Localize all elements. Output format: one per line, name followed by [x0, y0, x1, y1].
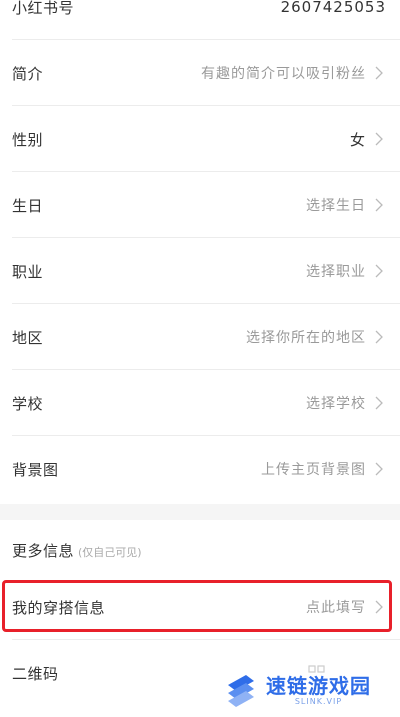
region-value: 选择你所在的地区 — [246, 330, 366, 346]
row-label: 地区 — [12, 328, 44, 347]
bio-value: 有趣的简介可以吸引粉丝 — [201, 66, 366, 82]
watermark-subtext: SLINK.VIP — [294, 696, 343, 706]
row-label: 二维码 — [12, 664, 59, 683]
chevron-right-icon — [372, 600, 386, 614]
gender-value: 女 — [349, 130, 366, 149]
chevron-right-icon — [372, 132, 386, 146]
more-info-header: 更多信息 (仅自己可见) — [12, 540, 142, 561]
row-school[interactable]: 学校 选择学校 — [0, 370, 400, 436]
chevron-right-icon — [372, 264, 386, 278]
watermark: 速链游戏园 SLINK.VIP — [222, 668, 392, 712]
row-occupation[interactable]: 职业 选择职业 — [0, 238, 400, 304]
section-title: 更多信息 — [12, 542, 75, 560]
row-label: 学校 — [12, 394, 44, 413]
occupation-value: 选择职业 — [306, 264, 366, 280]
row-birthday[interactable]: 生日 选择生日 — [0, 172, 400, 238]
row-bio[interactable]: 简介 有趣的简介可以吸引粉丝 — [0, 40, 400, 106]
row-label: 性别 — [12, 130, 44, 149]
chevron-right-icon — [372, 330, 386, 344]
section-subtitle: (仅自己可见) — [78, 546, 142, 559]
row-label: 生日 — [12, 196, 44, 215]
xiaohongshu-id-value: 2607425053 — [280, 0, 386, 16]
watermark-logo-icon — [222, 671, 260, 709]
row-label: 小红书号 — [12, 0, 75, 17]
row-gender[interactable]: 性别 女 — [0, 106, 400, 172]
chevron-right-icon — [372, 396, 386, 410]
chevron-right-icon — [372, 462, 386, 476]
chevron-right-icon — [372, 198, 386, 212]
school-value: 选择学校 — [306, 396, 366, 412]
row-outfit-info[interactable]: 我的穿搭信息 点此填写 — [0, 574, 400, 640]
birthday-value: 选择生日 — [306, 198, 366, 214]
row-label: 我的穿搭信息 — [12, 598, 106, 617]
section-separator — [0, 504, 400, 520]
watermark-text: 速链游戏园 — [266, 673, 371, 698]
chevron-right-icon — [372, 66, 386, 80]
outfit-value: 点此填写 — [306, 600, 366, 616]
row-xiaohongshu-id[interactable]: 小红书号 2607425053 — [0, 0, 400, 40]
row-label: 简介 — [12, 64, 44, 83]
row-label: 背景图 — [12, 460, 59, 479]
row-label: 职业 — [12, 262, 44, 281]
row-background-image[interactable]: 背景图 上传主页背景图 — [0, 436, 400, 502]
row-region[interactable]: 地区 选择你所在的地区 — [0, 304, 400, 370]
background-image-value: 上传主页背景图 — [261, 462, 366, 478]
